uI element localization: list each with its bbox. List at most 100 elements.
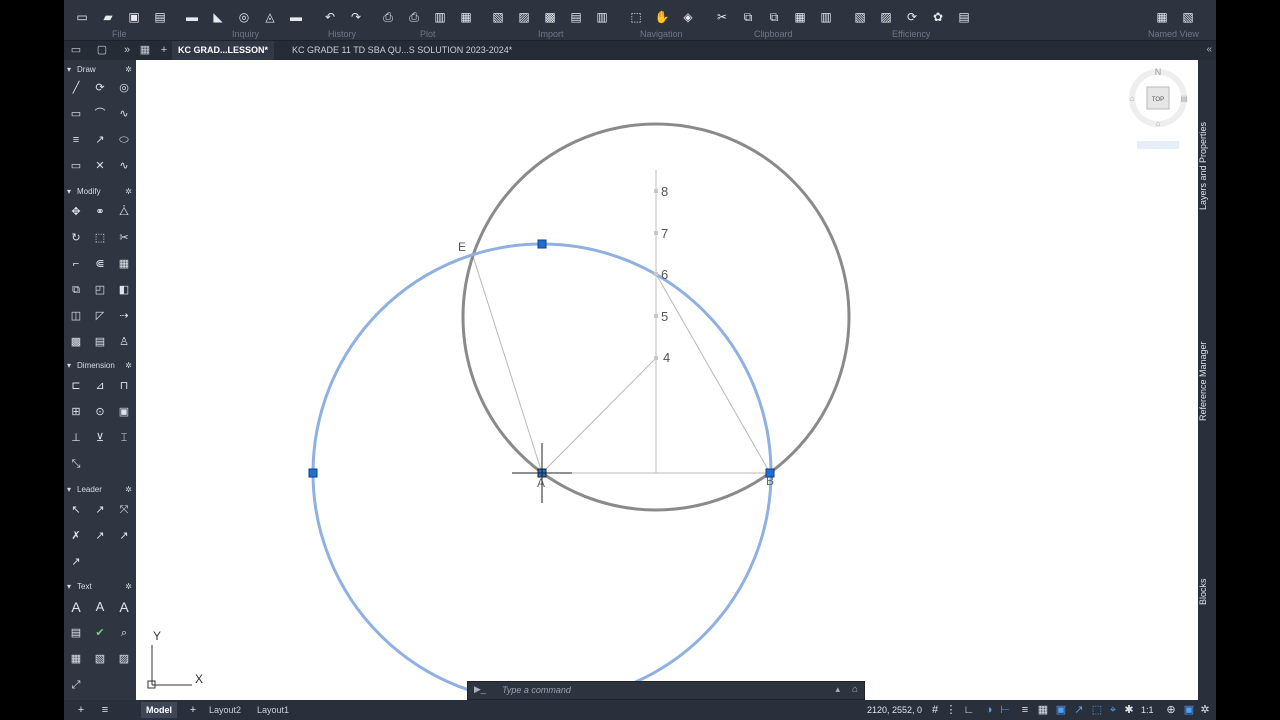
gear-icon[interactable]: ✲ [125,580,132,594]
polyline-tool-icon[interactable]: ⟳ [92,80,108,96]
scale-point-4[interactable] [654,356,658,360]
measure-icon[interactable]: ▬ [184,9,200,25]
offset-tool-icon[interactable]: ⋐ [92,256,108,272]
grid-view-icon[interactable]: ▦ [138,43,152,57]
wcs-indicator[interactable] [1137,141,1179,149]
pdf-text-icon[interactable]: ▨ [116,651,132,667]
layers-and-properties-panel[interactable]: Layers and Properties [1198,116,1216,216]
snap-icon[interactable]: ⋮ [944,703,958,717]
scale-point-7[interactable] [654,231,658,235]
remove-leader-icon[interactable]: ✗ [68,528,84,544]
grip-right[interactable] [765,468,775,478]
publish-icon[interactable]: ▦ [458,9,474,25]
drawing-canvas[interactable]: 8 7 6 5 4 A B E Y X TOP N ⌂ ▤ ⌂ [136,60,1198,700]
multileader-icon[interactable]: ↖ [68,502,84,518]
pdf-import-icon[interactable]: ▥ [594,9,610,25]
distance-icon[interactable]: ◬ [262,9,278,25]
break-tool-icon[interactable]: ▩ [68,334,84,350]
quick-select-icon[interactable]: ▨ [878,9,894,25]
annotation-scale-value[interactable]: 1:1 [1136,702,1159,718]
quick-leader-icon[interactable]: ↗ [68,554,84,570]
attach-icon[interactable]: ▨ [516,9,532,25]
ellipse-tool-icon[interactable]: ⬭ [116,132,132,148]
angular-dimension-icon[interactable]: ⊻ [92,430,108,446]
scale-point-8[interactable] [654,189,658,193]
pan-hand-icon[interactable]: ✋ [654,9,670,25]
baseline-dimension-icon[interactable]: ⊞ [68,404,84,420]
gizmo-icon[interactable]: ⬚ [1090,703,1104,717]
workspace-icon[interactable]: ⊕ [1164,703,1178,717]
tolerance-icon[interactable]: ▣ [116,404,132,420]
revcloud-tool-icon[interactable]: ∿ [116,158,132,174]
annotation-visibility-icon[interactable]: ⌖ [1106,703,1120,717]
trim-tool-icon[interactable]: ✂ [116,230,132,246]
osnap-tracking-icon[interactable]: ⊢ [998,703,1012,717]
text-align-icon[interactable]: ▧ [92,651,108,667]
tab-kc-grade-11-td-sba[interactable]: KC GRADE 11 TD SBA QU...S SOLUTION 2023-… [286,41,518,60]
zoom-window-icon[interactable]: ⬚ [628,9,644,25]
center-mark-icon[interactable]: ⌶ [116,430,132,446]
viewcube-lock-icon[interactable]: ⌂ [1156,119,1161,128]
dynamic-ucs-icon[interactable]: ↗ [1072,703,1086,717]
stretch-tool-icon[interactable]: ◰ [92,282,108,298]
match-properties-icon[interactable]: ▤ [92,334,108,350]
new-file-icon[interactable]: ▭ [74,9,90,25]
radius-dimension-icon[interactable]: ⊙ [92,404,108,420]
tab-layout1[interactable]: Layout1 [252,702,294,718]
aligned-dimension-icon[interactable]: ⊿ [92,378,108,394]
ortho-icon[interactable]: ∟ [962,703,976,717]
move-tool-icon[interactable]: ✥ [68,204,84,220]
id-point-icon[interactable]: ◎ [236,9,252,25]
viewcube-menu-icon[interactable]: ▤ [1180,94,1188,103]
import-icon[interactable]: ▧ [490,9,506,25]
arc-tool-icon[interactable]: ⌒ [92,106,108,122]
hatch-tool-icon[interactable]: ≡ [68,132,84,148]
brush-tool-icon[interactable]: ♙ [116,334,132,350]
add-layout-icon[interactable]: + [74,703,88,717]
gear-icon[interactable]: ✲ [125,483,132,497]
multiline-text-icon[interactable]: A [68,599,84,615]
refresh-icon[interactable]: ⟳ [904,9,920,25]
scale-point-6[interactable] [654,272,658,276]
explode-tool-icon[interactable]: ⧉ [68,282,84,298]
add-leader-icon[interactable]: ↗ [92,502,108,518]
new-tab-icon[interactable]: + [157,43,171,57]
text-frame-icon[interactable]: ▦ [68,651,84,667]
pdf-export-icon[interactable]: ▤ [956,9,972,25]
ray-tool-icon[interactable]: ↗ [92,132,108,148]
polar-icon[interactable]: ◑ [982,703,996,717]
ordinate-dimension-icon[interactable]: ⊥ [68,430,84,446]
reference-manager-panel[interactable]: Reference Manager [1198,336,1216,426]
lineweight-icon[interactable]: ≡ [1018,703,1032,717]
command-input[interactable]: Type a command [502,685,571,695]
transparency-icon[interactable]: ▦ [1036,703,1050,717]
layout-list-icon[interactable]: ≡ [98,703,112,717]
tab-layout2[interactable]: Layout2 [204,702,246,718]
batch-plot-icon[interactable]: ⎙ [406,9,422,25]
orbit-icon[interactable]: ◈ [680,9,696,25]
copy-tool-icon[interactable]: ⚭ [92,204,108,220]
tab-model[interactable]: Model [141,702,177,718]
scale-point-5[interactable] [654,314,658,318]
dimension-edit-icon[interactable]: ⤡ [68,456,84,472]
collect-leader-icon[interactable]: ↗ [92,528,108,544]
join-tool-icon[interactable]: ⇢ [116,308,132,324]
paste-icon[interactable]: ▦ [792,9,808,25]
rotate-tool-icon[interactable]: ↻ [68,230,84,246]
area-icon[interactable]: ◣ [210,9,226,25]
redo-icon[interactable]: ↷ [348,9,364,25]
command-history-icon[interactable]: ▴ [835,684,840,695]
save-as-icon[interactable]: ▤ [152,9,168,25]
tab-kc-grad-lesson[interactable]: KC GRAD...LESSON* [172,41,275,60]
leader-style-icon[interactable]: ↗ [116,528,132,544]
selection-cycling-icon[interactable]: ▣ [1054,703,1068,717]
gear-icon[interactable]: ✲ [125,359,132,373]
line-a4[interactable] [541,357,657,474]
fillet-tool-icon[interactable]: ⌐ [68,256,84,272]
drawing-svg[interactable]: 8 7 6 5 4 A B E Y X TOP N ⌂ ▤ ⌂ [136,60,1198,700]
align-tool-icon[interactable]: ◫ [68,308,84,324]
tabs-overflow-icon[interactable]: » [120,43,134,57]
gear-icon[interactable]: ✲ [125,63,132,77]
rectangle-tool-icon[interactable]: ▭ [68,106,84,122]
copy-base-icon[interactable]: ⧉ [766,9,782,25]
